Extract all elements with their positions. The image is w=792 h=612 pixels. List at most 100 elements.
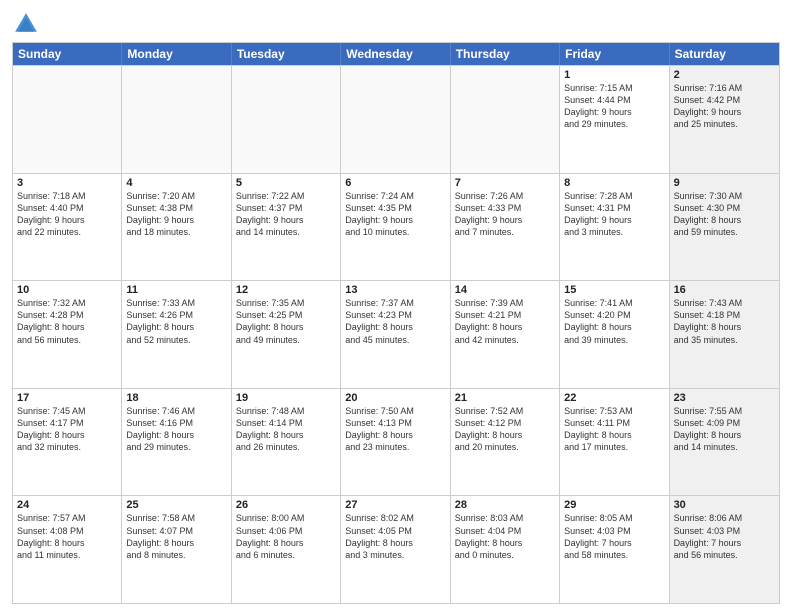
calendar-cell: 10Sunrise: 7:32 AM Sunset: 4:28 PM Dayli… <box>13 281 122 388</box>
day-info: Sunrise: 7:53 AM Sunset: 4:11 PM Dayligh… <box>564 405 664 454</box>
day-info: Sunrise: 7:50 AM Sunset: 4:13 PM Dayligh… <box>345 405 445 454</box>
day-number: 6 <box>345 177 445 189</box>
calendar-cell: 24Sunrise: 7:57 AM Sunset: 4:08 PM Dayli… <box>13 496 122 603</box>
day-info: Sunrise: 7:43 AM Sunset: 4:18 PM Dayligh… <box>674 297 775 346</box>
calendar-cell: 7Sunrise: 7:26 AM Sunset: 4:33 PM Daylig… <box>451 174 560 281</box>
calendar-cell: 9Sunrise: 7:30 AM Sunset: 4:30 PM Daylig… <box>670 174 779 281</box>
day-info: Sunrise: 7:46 AM Sunset: 4:16 PM Dayligh… <box>126 405 226 454</box>
day-info: Sunrise: 7:48 AM Sunset: 4:14 PM Dayligh… <box>236 405 336 454</box>
day-number: 2 <box>674 69 775 81</box>
day-info: Sunrise: 8:05 AM Sunset: 4:03 PM Dayligh… <box>564 512 664 561</box>
calendar-row: 3Sunrise: 7:18 AM Sunset: 4:40 PM Daylig… <box>13 173 779 281</box>
calendar-cell: 6Sunrise: 7:24 AM Sunset: 4:35 PM Daylig… <box>341 174 450 281</box>
calendar-cell: 29Sunrise: 8:05 AM Sunset: 4:03 PM Dayli… <box>560 496 669 603</box>
calendar-cell: 22Sunrise: 7:53 AM Sunset: 4:11 PM Dayli… <box>560 389 669 496</box>
calendar-header-cell: Saturday <box>670 43 779 65</box>
calendar-header-cell: Sunday <box>13 43 122 65</box>
calendar-cell: 3Sunrise: 7:18 AM Sunset: 4:40 PM Daylig… <box>13 174 122 281</box>
calendar-cell <box>122 66 231 173</box>
day-number: 22 <box>564 392 664 404</box>
calendar-cell: 4Sunrise: 7:20 AM Sunset: 4:38 PM Daylig… <box>122 174 231 281</box>
calendar-header-cell: Tuesday <box>232 43 341 65</box>
calendar-row: 17Sunrise: 7:45 AM Sunset: 4:17 PM Dayli… <box>13 388 779 496</box>
day-info: Sunrise: 7:28 AM Sunset: 4:31 PM Dayligh… <box>564 190 664 239</box>
day-number: 10 <box>17 284 117 296</box>
calendar-cell: 17Sunrise: 7:45 AM Sunset: 4:17 PM Dayli… <box>13 389 122 496</box>
calendar-cell: 2Sunrise: 7:16 AM Sunset: 4:42 PM Daylig… <box>670 66 779 173</box>
day-info: Sunrise: 7:26 AM Sunset: 4:33 PM Dayligh… <box>455 190 555 239</box>
calendar-cell: 23Sunrise: 7:55 AM Sunset: 4:09 PM Dayli… <box>670 389 779 496</box>
day-info: Sunrise: 7:45 AM Sunset: 4:17 PM Dayligh… <box>17 405 117 454</box>
day-info: Sunrise: 7:37 AM Sunset: 4:23 PM Dayligh… <box>345 297 445 346</box>
day-number: 18 <box>126 392 226 404</box>
day-info: Sunrise: 7:57 AM Sunset: 4:08 PM Dayligh… <box>17 512 117 561</box>
day-number: 8 <box>564 177 664 189</box>
day-number: 26 <box>236 499 336 511</box>
day-info: Sunrise: 7:33 AM Sunset: 4:26 PM Dayligh… <box>126 297 226 346</box>
calendar-cell: 15Sunrise: 7:41 AM Sunset: 4:20 PM Dayli… <box>560 281 669 388</box>
calendar-cell: 21Sunrise: 7:52 AM Sunset: 4:12 PM Dayli… <box>451 389 560 496</box>
calendar-cell: 11Sunrise: 7:33 AM Sunset: 4:26 PM Dayli… <box>122 281 231 388</box>
calendar-row: 1Sunrise: 7:15 AM Sunset: 4:44 PM Daylig… <box>13 65 779 173</box>
day-number: 5 <box>236 177 336 189</box>
day-number: 14 <box>455 284 555 296</box>
calendar-header-row: SundayMondayTuesdayWednesdayThursdayFrid… <box>13 43 779 65</box>
header <box>12 10 780 38</box>
day-info: Sunrise: 7:15 AM Sunset: 4:44 PM Dayligh… <box>564 82 664 131</box>
calendar-body: 1Sunrise: 7:15 AM Sunset: 4:44 PM Daylig… <box>13 65 779 603</box>
day-number: 21 <box>455 392 555 404</box>
calendar-cell: 5Sunrise: 7:22 AM Sunset: 4:37 PM Daylig… <box>232 174 341 281</box>
day-number: 7 <box>455 177 555 189</box>
logo <box>12 10 44 38</box>
calendar-cell: 25Sunrise: 7:58 AM Sunset: 4:07 PM Dayli… <box>122 496 231 603</box>
day-number: 15 <box>564 284 664 296</box>
day-number: 4 <box>126 177 226 189</box>
day-number: 1 <box>564 69 664 81</box>
day-info: Sunrise: 7:18 AM Sunset: 4:40 PM Dayligh… <box>17 190 117 239</box>
calendar-cell <box>451 66 560 173</box>
day-number: 16 <box>674 284 775 296</box>
day-info: Sunrise: 7:20 AM Sunset: 4:38 PM Dayligh… <box>126 190 226 239</box>
day-info: Sunrise: 7:52 AM Sunset: 4:12 PM Dayligh… <box>455 405 555 454</box>
calendar-row: 10Sunrise: 7:32 AM Sunset: 4:28 PM Dayli… <box>13 280 779 388</box>
day-info: Sunrise: 7:32 AM Sunset: 4:28 PM Dayligh… <box>17 297 117 346</box>
day-number: 20 <box>345 392 445 404</box>
day-number: 23 <box>674 392 775 404</box>
calendar-cell: 19Sunrise: 7:48 AM Sunset: 4:14 PM Dayli… <box>232 389 341 496</box>
calendar-header-cell: Friday <box>560 43 669 65</box>
calendar-header-cell: Wednesday <box>341 43 450 65</box>
calendar-header-cell: Thursday <box>451 43 560 65</box>
day-info: Sunrise: 8:02 AM Sunset: 4:05 PM Dayligh… <box>345 512 445 561</box>
day-info: Sunrise: 8:06 AM Sunset: 4:03 PM Dayligh… <box>674 512 775 561</box>
calendar-header-cell: Monday <box>122 43 231 65</box>
day-info: Sunrise: 7:16 AM Sunset: 4:42 PM Dayligh… <box>674 82 775 131</box>
day-info: Sunrise: 7:58 AM Sunset: 4:07 PM Dayligh… <box>126 512 226 561</box>
day-number: 13 <box>345 284 445 296</box>
day-info: Sunrise: 8:00 AM Sunset: 4:06 PM Dayligh… <box>236 512 336 561</box>
day-info: Sunrise: 7:41 AM Sunset: 4:20 PM Dayligh… <box>564 297 664 346</box>
calendar-cell: 20Sunrise: 7:50 AM Sunset: 4:13 PM Dayli… <box>341 389 450 496</box>
calendar-cell: 8Sunrise: 7:28 AM Sunset: 4:31 PM Daylig… <box>560 174 669 281</box>
day-number: 11 <box>126 284 226 296</box>
page: SundayMondayTuesdayWednesdayThursdayFrid… <box>0 0 792 612</box>
day-number: 3 <box>17 177 117 189</box>
day-info: Sunrise: 7:39 AM Sunset: 4:21 PM Dayligh… <box>455 297 555 346</box>
calendar-cell: 28Sunrise: 8:03 AM Sunset: 4:04 PM Dayli… <box>451 496 560 603</box>
day-number: 24 <box>17 499 117 511</box>
day-info: Sunrise: 8:03 AM Sunset: 4:04 PM Dayligh… <box>455 512 555 561</box>
day-info: Sunrise: 7:30 AM Sunset: 4:30 PM Dayligh… <box>674 190 775 239</box>
calendar: SundayMondayTuesdayWednesdayThursdayFrid… <box>12 42 780 604</box>
day-number: 29 <box>564 499 664 511</box>
calendar-cell <box>341 66 450 173</box>
calendar-cell: 26Sunrise: 8:00 AM Sunset: 4:06 PM Dayli… <box>232 496 341 603</box>
day-number: 19 <box>236 392 336 404</box>
calendar-cell: 13Sunrise: 7:37 AM Sunset: 4:23 PM Dayli… <box>341 281 450 388</box>
day-number: 17 <box>17 392 117 404</box>
calendar-cell: 16Sunrise: 7:43 AM Sunset: 4:18 PM Dayli… <box>670 281 779 388</box>
day-number: 9 <box>674 177 775 189</box>
calendar-cell: 18Sunrise: 7:46 AM Sunset: 4:16 PM Dayli… <box>122 389 231 496</box>
calendar-cell: 1Sunrise: 7:15 AM Sunset: 4:44 PM Daylig… <box>560 66 669 173</box>
calendar-cell: 12Sunrise: 7:35 AM Sunset: 4:25 PM Dayli… <box>232 281 341 388</box>
calendar-cell: 27Sunrise: 8:02 AM Sunset: 4:05 PM Dayli… <box>341 496 450 603</box>
day-number: 12 <box>236 284 336 296</box>
